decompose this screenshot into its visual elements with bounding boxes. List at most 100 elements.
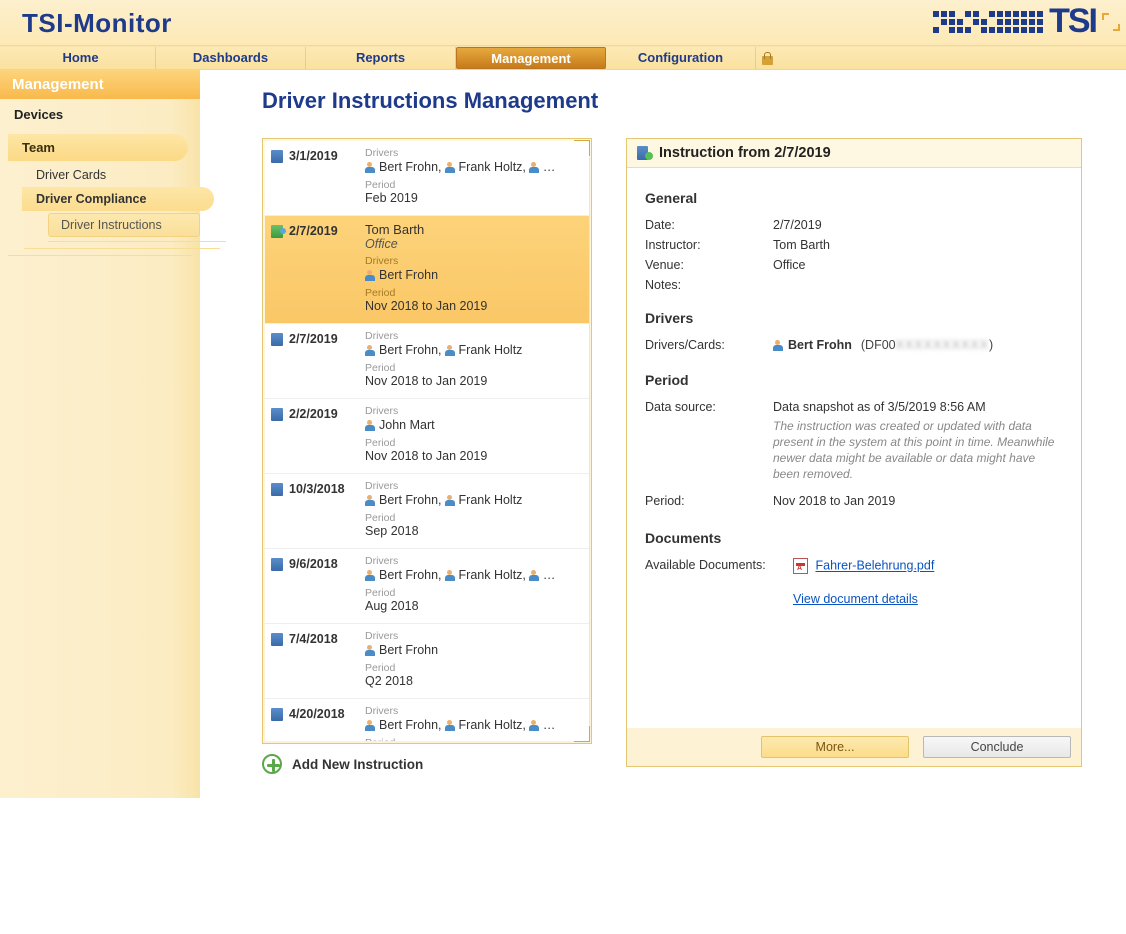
nav-home[interactable]: Home (6, 47, 156, 69)
list-item-drivers-label: Drivers (365, 405, 583, 417)
instruction-list-item[interactable]: 10/3/2018DriversBert Frohn,Frank HoltzPe… (265, 474, 589, 549)
lock-icon (762, 52, 773, 65)
sidebar-item-devices[interactable]: Devices (0, 99, 200, 130)
list-item-drivers-label: Drivers (365, 147, 583, 159)
label-venue: Venue: (645, 258, 773, 272)
instruction-list-item[interactable]: 3/1/2019DriversBert Frohn,Frank Holtz, …… (265, 141, 589, 216)
detail-footer: More... Conclude (627, 728, 1081, 766)
nav-reports[interactable]: Reports (306, 47, 456, 69)
section-documents-title: Documents (645, 530, 1063, 546)
person-icon (365, 720, 375, 731)
list-item-drivers: Bert Frohn,Frank Holtz, … (365, 160, 583, 174)
list-item-date: 7/4/2018 (289, 632, 338, 688)
list-item-venue: Office (365, 237, 583, 251)
instruction-list-column: ▲ ▼ 3/1/2019DriversBert Frohn,Frank Holt… (262, 138, 592, 774)
person-icon (529, 570, 539, 581)
person-icon (445, 162, 455, 173)
book-icon (271, 333, 283, 346)
person-icon (773, 340, 783, 351)
instruction-list-item[interactable]: 9/6/2018DriversBert Frohn,Frank Holtz, …… (265, 549, 589, 624)
nav-dashboards[interactable]: Dashboards (156, 47, 306, 69)
person-icon (365, 270, 375, 281)
label-data-source: Data source: (645, 400, 773, 483)
list-item-period: Aug 2018 (365, 599, 583, 613)
value-data-source: Data snapshot as of 3/5/2019 8:56 AM (773, 400, 1063, 414)
list-item-drivers-label: Drivers (365, 255, 583, 267)
instruction-detail-column: Instruction from 2/7/2019 General Date:2… (626, 138, 1082, 767)
list-item-period: Nov 2018 to Jan 2019 (365, 374, 583, 388)
label-period: Period: (645, 494, 773, 508)
sidebar-item-team[interactable]: Team (8, 134, 188, 161)
book-icon (271, 408, 283, 421)
driver-card-id: (DF00XXXXXXXXXX) (861, 338, 993, 352)
sidebar-item-driver-instructions[interactable]: Driver Instructions (48, 213, 200, 237)
detail-title: Instruction from 2/7/2019 (659, 145, 831, 161)
list-item-drivers: Bert Frohn (365, 643, 583, 657)
add-new-instruction-label: Add New Instruction (292, 757, 423, 772)
list-item-period-label: Period (365, 437, 583, 449)
list-item-drivers: Bert Frohn (365, 268, 583, 282)
list-item-drivers: Bert Frohn,Frank Holtz (365, 343, 583, 357)
value-period: Nov 2018 to Jan 2019 (773, 494, 1063, 508)
person-icon (529, 720, 539, 731)
more-button[interactable]: More... (761, 736, 909, 758)
list-item-date: 2/2/2019 (289, 407, 338, 463)
sidebar-divider (8, 255, 192, 256)
instruction-list-item[interactable]: 2/2/2019DriversJohn MartPeriodNov 2018 t… (265, 399, 589, 474)
sidebar: Management Devices Team Driver Cards Dri… (0, 70, 200, 798)
book-icon (271, 225, 283, 238)
person-icon (445, 345, 455, 356)
list-item-drivers: Bert Frohn,Frank Holtz, … (365, 718, 583, 732)
sidebar-item-driver-cards[interactable]: Driver Cards (0, 163, 200, 187)
nav-configuration[interactable]: Configuration (606, 47, 756, 69)
list-item-period-label: Period (365, 662, 583, 674)
view-document-details-link[interactable]: View document details (793, 592, 918, 606)
label-available-documents: Available Documents: (645, 558, 793, 606)
add-new-instruction-button[interactable]: Add New Instruction (262, 754, 592, 774)
person-icon (365, 645, 375, 656)
value-venue: Office (773, 258, 1063, 272)
person-icon (365, 570, 375, 581)
document-link[interactable]: Fahrer-Belehrung.pdf (815, 559, 934, 573)
value-date: 2/7/2019 (773, 218, 1063, 232)
section-period-title: Period (645, 372, 1063, 388)
list-item-date: 9/6/2018 (289, 557, 338, 613)
person-icon (365, 162, 375, 173)
person-icon (365, 420, 375, 431)
sidebar-header: Management (0, 70, 200, 99)
fullscreen-icon[interactable] (1102, 13, 1120, 31)
instruction-list-item[interactable]: 7/4/2018DriversBert FrohnPeriodQ2 2018 (265, 624, 589, 699)
plus-icon (262, 754, 282, 774)
section-general-title: General (645, 190, 1063, 206)
page-title: Driver Instructions Management (262, 88, 1082, 114)
list-item-period: Sep 2018 (365, 524, 583, 538)
menubar: Home Dashboards Reports Management Confi… (0, 46, 1126, 70)
value-drivers-cards: Bert Frohn (DF00XXXXXXXXXX) (773, 338, 1063, 354)
value-instructor: Tom Barth (773, 238, 1063, 252)
instruction-list-item[interactable]: 2/7/2019 Tom BarthOffice DriversBert Frohn… (265, 216, 589, 324)
list-item-period: Nov 2018 to Jan 2019 (365, 299, 583, 313)
person-icon (365, 495, 375, 506)
label-instructor: Instructor: (645, 238, 773, 252)
list-item-drivers-label: Drivers (365, 705, 583, 717)
logo-area: TSI (933, 2, 1120, 41)
data-source-note: The instruction was created or updated w… (773, 418, 1063, 483)
list-item-date: 2/7/2019 (289, 224, 338, 313)
sidebar-item-driver-compliance[interactable]: Driver Compliance (22, 187, 214, 211)
nav-management[interactable]: Management (456, 47, 606, 69)
main-content: Driver Instructions Management ▲ ▼ 3/1/2… (200, 70, 1126, 798)
list-item-instructor: Tom Barth (365, 222, 583, 237)
person-icon (529, 162, 539, 173)
instruction-list-item[interactable]: 4/20/2018DriversBert Frohn,Frank Holtz, … (265, 699, 589, 741)
nav-lock[interactable] (756, 47, 778, 69)
person-icon (445, 720, 455, 731)
instruction-list-item[interactable]: 2/7/2019DriversBert Frohn,Frank HoltzPer… (265, 324, 589, 399)
conclude-button[interactable]: Conclude (923, 736, 1071, 758)
list-item-period-label: Period (365, 179, 583, 191)
list-item-period: Nov 2018 to Jan 2019 (365, 449, 583, 463)
instruction-icon (637, 145, 651, 161)
label-notes: Notes: (645, 278, 773, 292)
book-icon (271, 483, 283, 496)
driver-name: Bert Frohn (788, 338, 852, 352)
list-item-period: Q2 2018 (365, 674, 583, 688)
